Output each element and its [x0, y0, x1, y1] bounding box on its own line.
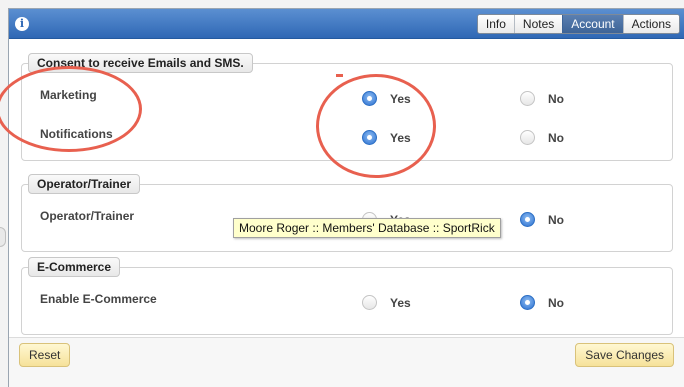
operator-no-label: No — [548, 212, 564, 227]
operator-no-option[interactable]: No — [520, 212, 564, 227]
tab-bar: Info Notes Account Actions — [476, 14, 680, 34]
notifications-yes-option[interactable]: Yes — [362, 130, 411, 145]
operator-trainer-label: Operator/Trainer — [40, 209, 135, 223]
marketing-label: Marketing — [40, 88, 97, 102]
reset-button[interactable]: Reset — [19, 343, 71, 367]
ecommerce-yes-radio[interactable] — [362, 295, 377, 310]
notifications-label: Notifications — [40, 127, 113, 141]
tab-account[interactable]: Account — [562, 15, 623, 33]
enable-ecommerce-label: Enable E-Commerce — [40, 292, 157, 306]
notifications-yes-label: Yes — [390, 130, 411, 145]
info-icon[interactable]: i — [15, 17, 29, 31]
ecommerce-yes-label: Yes — [390, 295, 411, 310]
tab-notes[interactable]: Notes — [513, 15, 563, 33]
ecommerce-legend: E-Commerce — [28, 257, 121, 277]
marketing-yes-radio[interactable] — [362, 91, 377, 106]
footer-bar: Reset Save Changes — [9, 337, 684, 387]
marketing-yes-label: Yes — [390, 91, 411, 106]
window-title-tooltip: Moore Roger :: Members' Database :: Spor… — [233, 218, 501, 238]
notifications-no-label: No — [548, 130, 564, 145]
tab-info[interactable]: Info — [477, 15, 514, 33]
marketing-no-label: No — [548, 91, 564, 106]
notifications-no-option[interactable]: No — [520, 130, 564, 145]
consent-section: Consent to receive Emails and SMS. Marke… — [21, 53, 673, 161]
operator-legend: Operator/Trainer — [28, 174, 141, 194]
notifications-yes-radio[interactable] — [362, 130, 377, 145]
operator-no-radio[interactable] — [520, 212, 535, 227]
ecommerce-yes-option[interactable]: Yes — [362, 295, 411, 310]
ecommerce-section: E-Commerce Enable E-Commerce Yes No — [21, 257, 673, 335]
side-handle[interactable] — [0, 227, 6, 247]
notifications-no-radio[interactable] — [520, 130, 535, 145]
marketing-no-option[interactable]: No — [520, 91, 564, 106]
annotation-mark — [336, 74, 343, 77]
ecommerce-no-label: No — [548, 295, 564, 310]
title-bar: i Info Notes Account Actions — [9, 9, 684, 39]
consent-legend: Consent to receive Emails and SMS. — [28, 53, 253, 73]
marketing-yes-option[interactable]: Yes — [362, 91, 411, 106]
ecommerce-no-option[interactable]: No — [520, 295, 564, 310]
save-changes-button[interactable]: Save Changes — [575, 343, 674, 367]
marketing-no-radio[interactable] — [520, 91, 535, 106]
ecommerce-no-radio[interactable] — [520, 295, 535, 310]
account-panel: i Info Notes Account Actions Consent to … — [8, 8, 684, 387]
tab-actions[interactable]: Actions — [622, 15, 679, 33]
